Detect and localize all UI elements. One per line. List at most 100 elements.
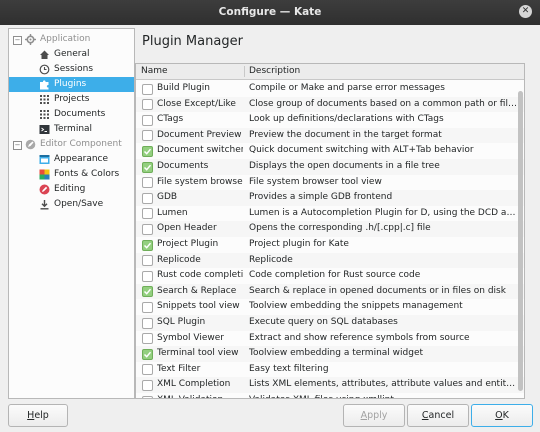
plugin-name: CTags [157,114,184,125]
column-header-name[interactable]: Name [141,64,168,79]
sidebar-item-general[interactable]: General [9,47,134,62]
table-row[interactable]: CTags Look up definitions/declarations wi… [136,112,524,128]
check-icon [143,351,152,358]
sidebar-item-projects[interactable]: Projects [9,92,134,107]
table-row[interactable]: Rust code completion Code completion for … [136,268,524,284]
sidebar-item-label: Editing [54,184,86,194]
plugin-enabled-checkbox[interactable] [142,145,153,157]
appearance-icon [39,154,50,165]
table-row[interactable]: Documents Displays the open documents in … [136,159,524,175]
plugin-enabled-checkbox[interactable] [142,161,153,173]
plugin-enabled-checkbox[interactable] [142,379,153,391]
check-icon [143,242,152,249]
plugin-enabled-checkbox[interactable] [142,239,153,251]
table-row[interactable]: XML Validation Validates XML files using … [136,393,524,398]
clock-icon [39,64,50,75]
window-title: Configure — Kate [218,6,322,18]
table-row[interactable]: Snippets tool view Toolview embedding the… [136,299,524,315]
plugin-description: Validates XML files using xmllint [249,393,517,398]
plugin-table[interactable]: Name Description Build Plugin Compile or … [135,63,525,399]
sidebar-item-label: Terminal [54,124,93,134]
palette-icon [39,169,50,180]
plugin-enabled-checkbox[interactable] [142,270,153,282]
table-row[interactable]: File system browser File system browser t… [136,175,524,191]
sidebar-item-plugins[interactable]: Plugins [9,77,134,92]
table-row[interactable]: Close Except/Like Close group of document… [136,96,524,113]
ok-button[interactable]: OK [471,404,533,427]
plugin-enabled-checkbox[interactable] [142,83,153,95]
plugin-enabled-checkbox[interactable] [142,364,153,376]
cancel-button[interactable]: Cancel [407,404,469,427]
plugin-enabled-checkbox[interactable] [142,208,153,220]
sidebar-item-label: Projects [54,94,90,104]
plugin-name: Build Plugin [157,83,211,93]
table-row[interactable]: Build Plugin Compile or Make and parse er… [136,81,524,97]
sidebar-item-label: Sessions [54,64,94,74]
cancel-mnemonic: C [421,410,429,421]
apply-button[interactable]: Apply [343,404,405,427]
sidebar-item-label: Application [40,34,91,44]
table-row[interactable]: Replicode Replicode [136,252,524,269]
plugin-description: Quick document switching with ALT+Tab be… [249,145,474,156]
plugin-enabled-checkbox[interactable] [142,192,153,204]
page-title: Plugin Manager [142,34,243,49]
plugin-enabled-checkbox[interactable] [142,223,153,235]
sidebar-item-terminal[interactable]: Terminal [9,122,134,137]
sidebar-item-editor-component[interactable]: − Editor Component [9,137,134,152]
title-bar: Configure — Kate ✕ [0,0,540,25]
table-row[interactable]: GDB Provides a simple GDB frontend [136,190,524,206]
table-row[interactable]: SQL Plugin Execute query on SQL databases [136,315,524,331]
plugin-enabled-checkbox[interactable] [142,301,153,313]
sidebar-item-editing[interactable]: Editing [9,182,134,197]
plugin-enabled-checkbox[interactable] [142,177,153,189]
close-window-button[interactable]: ✕ [519,5,532,18]
plugin-enabled-checkbox[interactable] [142,130,153,142]
sidebar-item-sessions[interactable]: Sessions [9,62,134,77]
sidebar-item-open-save[interactable]: Open/Save [9,197,134,212]
table-row[interactable]: Document switcher Quick document switchin… [136,143,524,159]
plugin-enabled-checkbox[interactable] [142,348,153,360]
table-header: Name Description [136,64,524,80]
config-category-tree[interactable]: − Application General Sessions Plugins Projec… [8,28,135,399]
sidebar-item-fonts-colors[interactable]: Fonts & Colors [9,167,134,182]
table-row[interactable]: XML Completion Lists XML elements, attrib… [136,377,524,393]
plugin-name: Terminal tool view [157,348,239,359]
plugin-name: Text Filter [157,363,201,374]
column-separator [244,66,245,77]
sidebar-item-application[interactable]: − Application [9,32,134,47]
plugin-enabled-checkbox[interactable] [142,317,153,329]
plugin-description: File system browser tool view [249,176,382,187]
plugin-enabled-checkbox[interactable] [142,286,153,298]
plugin-name: Lumen [157,207,188,218]
vertical-scrollbar[interactable] [518,81,523,396]
plugin-enabled-checkbox[interactable] [142,255,153,267]
plugin-name: Document switcher [157,145,243,156]
sidebar-item-documents[interactable]: Documents [9,107,134,122]
help-label: elp [34,410,49,421]
sidebar-item-label: Plugins [54,79,87,89]
collapse-toggle-icon[interactable]: − [13,36,22,45]
check-icon [143,148,152,155]
column-header-description[interactable]: Description [249,64,300,79]
plugin-enabled-checkbox[interactable] [142,114,153,126]
table-row[interactable]: Terminal tool view Toolview embedding a t… [136,346,524,362]
plugin-name: SQL Plugin [157,317,206,327]
collapse-toggle-icon[interactable]: − [13,141,22,150]
table-row[interactable]: Search & Replace Search & replace in open… [136,283,524,300]
sidebar-item-appearance[interactable]: Appearance [9,152,134,167]
apply-label: pply [367,410,388,421]
plugin-enabled-checkbox[interactable] [142,99,153,111]
plugin-description: Toolview embedding the snippets manageme… [249,301,463,312]
table-row[interactable]: Open Header Opens the corresponding .h/[.… [136,221,524,237]
plugin-enabled-checkbox[interactable] [142,333,153,345]
scrollbar-thumb[interactable] [518,91,523,391]
help-button[interactable]: Help [8,404,68,427]
plugin-enabled-checkbox[interactable] [142,395,153,398]
table-row[interactable]: Lumen Lumen is a Autocompletion Plugin fo… [136,206,524,222]
table-row[interactable]: Symbol Viewer Extract and show reference … [136,331,524,347]
table-row[interactable]: Text Filter Easy text filtering [136,362,524,378]
plugin-name: Document Preview [157,129,242,140]
check-icon [143,289,152,296]
table-row[interactable]: Project Plugin Project plugin for Kate [136,237,524,253]
table-row[interactable]: Document Preview Preview the document in … [136,127,524,144]
